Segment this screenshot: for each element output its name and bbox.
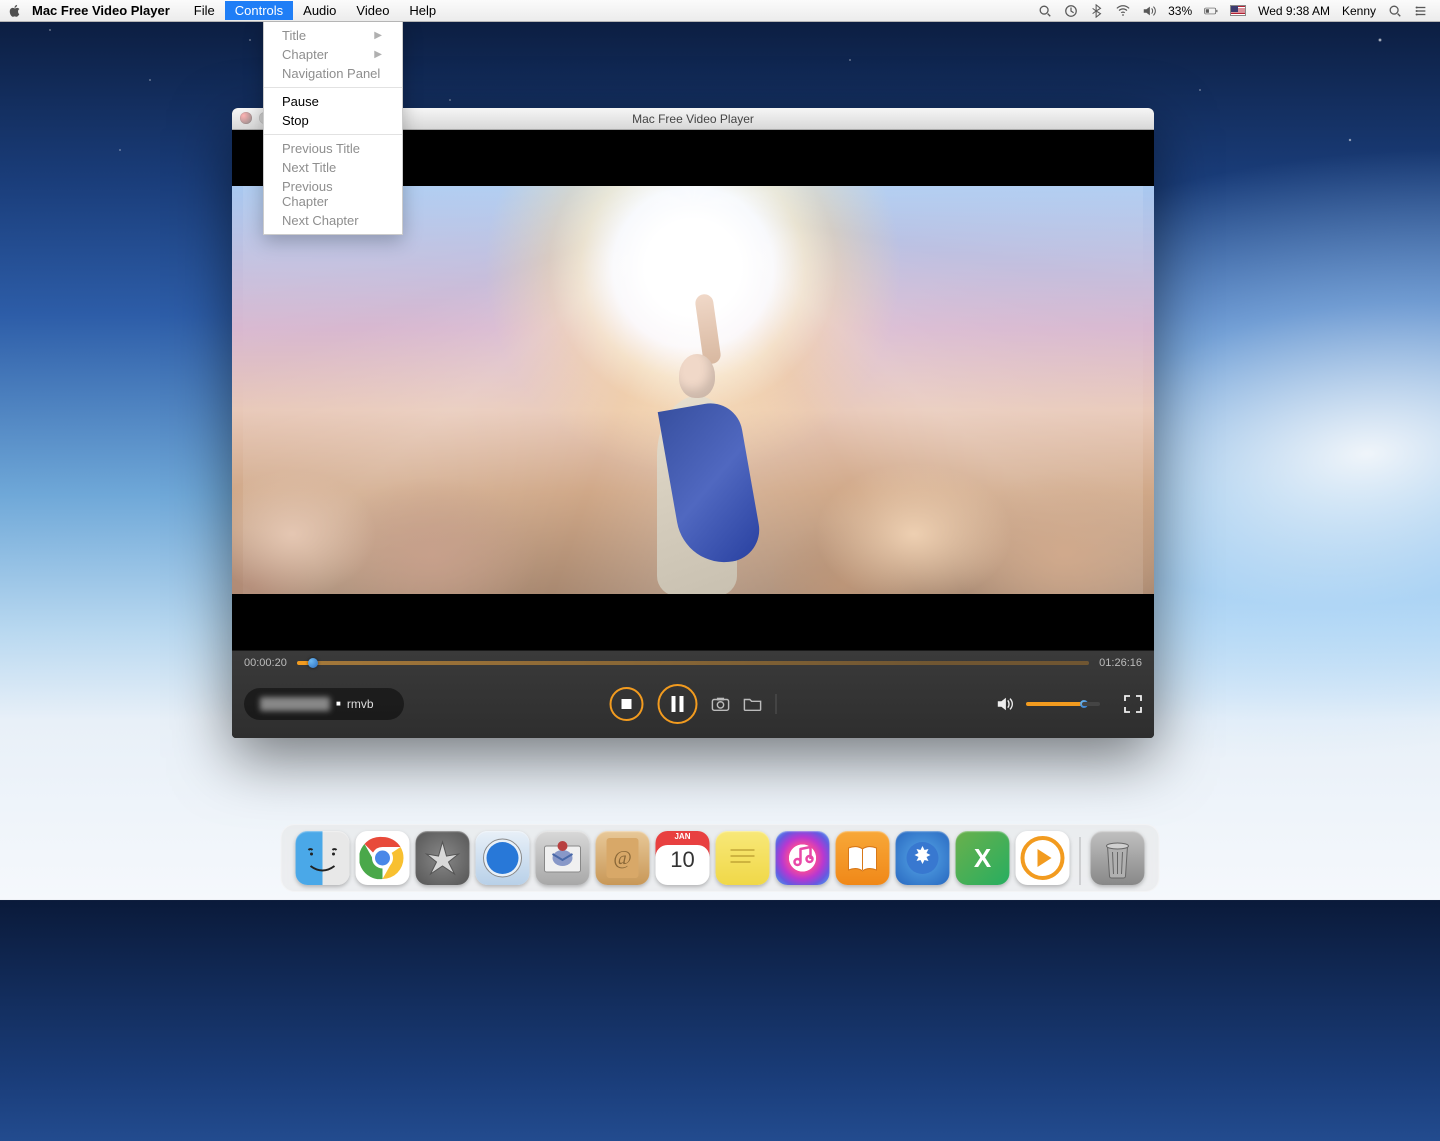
volume-icon[interactable] xyxy=(1142,4,1156,18)
dropdown-separator xyxy=(264,134,402,135)
menu-video[interactable]: Video xyxy=(346,1,399,20)
player-controls: 00:00:20 01:26:16 ■ rmvb xyxy=(232,650,1154,738)
dock-app-player[interactable] xyxy=(1016,831,1070,885)
dropdown-separator xyxy=(264,87,402,88)
volume-thumb[interactable] xyxy=(1080,700,1088,708)
video-frame xyxy=(232,186,1154,594)
stop-button[interactable] xyxy=(610,687,644,721)
close-button[interactable] xyxy=(240,112,252,124)
datetime[interactable]: Wed 9:38 AM xyxy=(1258,4,1330,18)
seek-thumb[interactable] xyxy=(308,658,318,668)
dock-trash[interactable] xyxy=(1091,831,1145,885)
notification-center-icon[interactable] xyxy=(1414,4,1428,18)
battery-percent: 33% xyxy=(1168,4,1192,18)
dock-ibooks[interactable] xyxy=(836,831,890,885)
status-area: 33% Wed 9:38 AM Kenny xyxy=(1038,4,1432,18)
filename-blurred xyxy=(260,697,330,711)
spotlight-icon[interactable] xyxy=(1388,4,1402,18)
dock-safari[interactable] xyxy=(476,831,530,885)
volume-button[interactable] xyxy=(996,695,1014,713)
apple-icon[interactable] xyxy=(8,4,22,18)
controls-dropdown: Title▶ Chapter▶ Navigation Panel Pause S… xyxy=(263,22,403,235)
menu-controls[interactable]: Controls xyxy=(225,1,293,20)
seek-bar[interactable] xyxy=(297,661,1089,665)
flag-icon[interactable] xyxy=(1230,5,1246,16)
user-name[interactable]: Kenny xyxy=(1342,4,1376,18)
fullscreen-icon xyxy=(1124,695,1142,713)
dock-launchpad[interactable] xyxy=(416,831,470,885)
timemachine-icon[interactable] xyxy=(1064,4,1078,18)
wifi-icon[interactable] xyxy=(1116,4,1130,18)
dock-appstore[interactable] xyxy=(896,831,950,885)
letterbox-bottom xyxy=(232,594,1154,650)
dock-chrome[interactable] xyxy=(356,831,410,885)
fullscreen-button[interactable] xyxy=(1124,695,1142,713)
filename-pill[interactable]: ■ rmvb xyxy=(244,688,404,720)
dropdown-previous-chapter[interactable]: Previous Chapter xyxy=(264,177,402,211)
dropdown-chapter[interactable]: Chapter▶ xyxy=(264,45,402,64)
dock-contacts[interactable]: @ xyxy=(596,831,650,885)
dock-notes[interactable] xyxy=(716,831,770,885)
file-extension: rmvb xyxy=(347,697,374,711)
pause-button[interactable] xyxy=(658,684,698,724)
speaker-icon xyxy=(996,695,1014,713)
dropdown-title[interactable]: Title▶ xyxy=(264,26,402,45)
dropdown-navigation-panel[interactable]: Navigation Panel xyxy=(264,64,402,83)
total-time: 01:26:16 xyxy=(1099,657,1142,669)
menu-help[interactable]: Help xyxy=(399,1,446,20)
dock: @ JAN 10 X xyxy=(281,824,1160,892)
svg-text:@: @ xyxy=(613,847,631,869)
dropdown-previous-title[interactable]: Previous Title xyxy=(264,139,402,158)
dropdown-pause[interactable]: Pause xyxy=(264,92,402,111)
bluetooth-icon[interactable] xyxy=(1090,4,1104,18)
divider xyxy=(776,694,777,714)
battery-icon[interactable] xyxy=(1204,4,1218,18)
dropdown-next-title[interactable]: Next Title xyxy=(264,158,402,177)
menu-audio[interactable]: Audio xyxy=(293,1,346,20)
stop-icon xyxy=(621,698,633,710)
dock-itunes[interactable] xyxy=(776,831,830,885)
magnify-icon[interactable] xyxy=(1038,4,1052,18)
dock-finder[interactable] xyxy=(296,831,350,885)
dock-separator xyxy=(1080,837,1081,885)
pause-icon xyxy=(671,696,685,712)
app-name[interactable]: Mac Free Video Player xyxy=(32,3,170,18)
dropdown-stop[interactable]: Stop xyxy=(264,111,402,130)
menu-file[interactable]: File xyxy=(184,1,225,20)
volume-slider[interactable] xyxy=(1026,702,1082,706)
snapshot-button[interactable] xyxy=(712,695,730,713)
dock-mail[interactable] xyxy=(536,831,590,885)
dock-calendar[interactable]: JAN 10 xyxy=(656,831,710,885)
calendar-month: JAN xyxy=(656,832,710,841)
open-folder-button[interactable] xyxy=(744,695,762,713)
calendar-day: 10 xyxy=(656,847,710,873)
folder-icon xyxy=(744,695,762,713)
camera-icon xyxy=(712,695,730,713)
menubar: Mac Free Video Player File Controls Audi… xyxy=(0,0,1440,22)
dropdown-next-chapter[interactable]: Next Chapter xyxy=(264,211,402,230)
dock-app-green[interactable]: X xyxy=(956,831,1010,885)
current-time: 00:00:20 xyxy=(244,657,287,669)
window-title: Mac Free Video Player xyxy=(632,112,754,126)
